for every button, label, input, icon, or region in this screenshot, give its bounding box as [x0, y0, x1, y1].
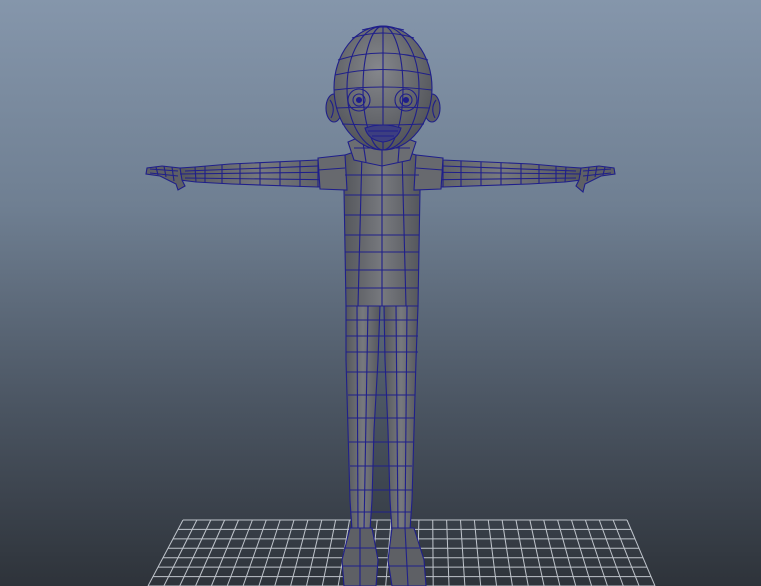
character-mesh[interactable] — [145, 25, 616, 586]
head[interactable] — [333, 25, 433, 151]
legs[interactable] — [345, 305, 419, 531]
3d-viewport[interactable] — [0, 0, 761, 586]
torso[interactable] — [317, 149, 444, 307]
viewport-canvas[interactable] — [0, 0, 761, 586]
left-arm[interactable] — [145, 157, 346, 191]
shoes[interactable] — [341, 527, 427, 586]
right-arm[interactable] — [415, 157, 616, 193]
